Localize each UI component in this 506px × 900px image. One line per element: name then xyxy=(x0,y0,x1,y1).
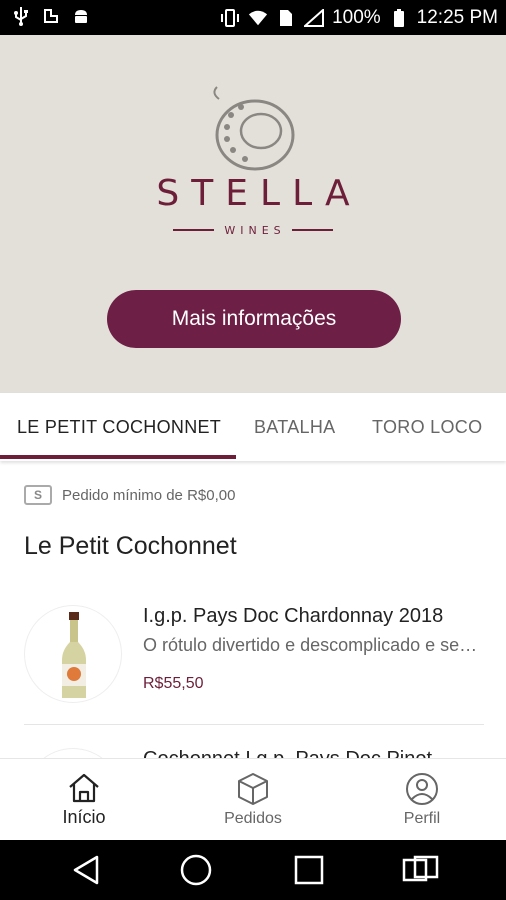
product-divider xyxy=(24,724,484,725)
bottom-navigation: Início Pedidos Perfil xyxy=(0,758,506,840)
nav-pedidos-label: Pedidos xyxy=(224,810,282,827)
brand-line-right xyxy=(291,229,334,231)
product-item[interactable]: I.g.p. Pays Doc Chardonnay 2018 O rótulo… xyxy=(0,585,506,725)
brand-line-left xyxy=(173,229,215,231)
nav-perfil[interactable]: Perfil xyxy=(338,759,506,841)
more-info-button[interactable]: Mais informações xyxy=(107,290,401,348)
brand-subtitle-row: WINES xyxy=(173,222,334,238)
profile-icon xyxy=(406,773,438,805)
status-bar: 100% 12:25 PM xyxy=(0,0,506,35)
wifi-icon xyxy=(248,8,268,28)
app-notification-icon xyxy=(42,6,60,26)
home-icon xyxy=(69,773,99,802)
minimum-order: S Pedido mínimo de R$0,00 xyxy=(24,483,235,507)
product-price: R$55,50 xyxy=(143,675,204,692)
nav-inicio-label: Início xyxy=(62,806,106,827)
tab-toro-loco[interactable]: TORO LOCO xyxy=(372,393,482,461)
nav-pedidos[interactable]: Pedidos xyxy=(169,759,337,841)
wine-bottle-icon xyxy=(62,612,86,698)
android-icon xyxy=(72,6,90,26)
money-icon: S xyxy=(24,485,52,505)
product-name: I.g.p. Pays Doc Chardonnay 2018 xyxy=(143,605,444,627)
product-image xyxy=(24,605,122,703)
box-icon xyxy=(238,773,268,805)
brand-name: STELLA xyxy=(156,173,362,214)
usb-icon xyxy=(12,6,30,26)
store-header: STELLA WINES Mais informações xyxy=(0,35,506,393)
recents-icon[interactable] xyxy=(289,850,329,890)
tab-batalha[interactable]: BATALHA xyxy=(254,393,335,461)
home-button-icon[interactable] xyxy=(176,850,216,890)
category-tabs: LE PETIT COCHONNET BATALHA TORO LOCO xyxy=(0,393,506,461)
battery-percent: 100% xyxy=(332,6,381,28)
switch-app-icon[interactable] xyxy=(400,850,440,890)
system-navigation-bar xyxy=(0,840,506,900)
stella-logo-icon xyxy=(213,86,295,171)
nav-inicio[interactable]: Início xyxy=(0,759,168,841)
tab-le-petit-cochonnet[interactable]: LE PETIT COCHONNET xyxy=(17,393,221,461)
nav-perfil-label: Perfil xyxy=(403,810,441,827)
signal-icon xyxy=(304,8,325,28)
active-tab-indicator xyxy=(0,455,236,459)
back-icon[interactable] xyxy=(66,850,106,890)
brand-subtitle: WINES xyxy=(224,223,286,237)
section-title: Le Petit Cochonnet xyxy=(24,532,237,560)
sim-icon xyxy=(276,8,296,28)
vibrate-icon xyxy=(220,8,240,28)
minimum-order-text: Pedido mínimo de R$0,00 xyxy=(62,486,236,504)
clock: 12:25 PM xyxy=(416,6,498,28)
battery-icon xyxy=(389,8,409,28)
product-description: O rótulo divertido e descomplicado e sem… xyxy=(143,635,483,655)
